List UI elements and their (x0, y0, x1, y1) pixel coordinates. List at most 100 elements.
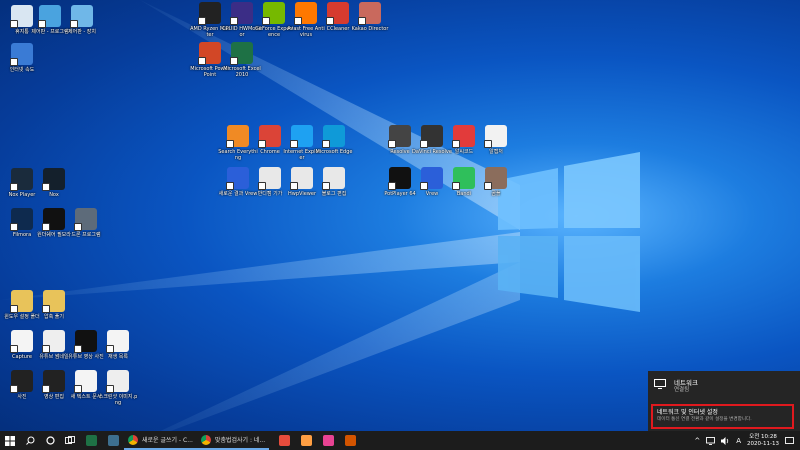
app-shortcut-icon (388, 125, 411, 148)
network-settings-link[interactable]: 네트워크 및 인터넷 설정 데이터 통신 연결 전환과 같이 설정을 변경합니다… (651, 404, 794, 429)
app-shortcut-icon (70, 5, 93, 28)
app-shortcut-icon (484, 125, 507, 148)
app-shortcut-icon (326, 2, 349, 25)
network-settings-title: 네트워크 및 인터넷 설정 (657, 409, 718, 416)
app-shortcut-icon (42, 168, 65, 191)
ime-indicator[interactable]: A (736, 437, 741, 445)
taskbar-pinned-excel[interactable] (80, 431, 102, 450)
notification-icon[interactable] (785, 436, 794, 445)
desktop-icon[interactable]: Microsoft Excel 2010 (222, 42, 262, 78)
network-tray-icon[interactable] (706, 436, 716, 445)
desktop-icon[interactable]: 스크린샷 이미지.png (98, 370, 138, 406)
volume-icon[interactable] (721, 436, 730, 445)
settings-app-icon (107, 435, 119, 446)
taskbar: 새로운 글쓰기 - C... 맞춤법검사기 : 네... ^ A 오전 10:2… (0, 431, 800, 450)
app-shortcut-icon (10, 208, 33, 231)
desktop-icon[interactable]: Kakao Director (350, 2, 390, 32)
app-shortcut-icon (42, 208, 65, 231)
app-shortcut-icon (42, 330, 65, 353)
app-shortcut-icon (358, 2, 381, 25)
app-shortcut-icon (226, 167, 249, 190)
desktop-icon-label: Microsoft Excel 2010 (223, 66, 261, 78)
desktop-icon-label: 제어판 - 장치 (68, 29, 96, 35)
desktop-icon-label: 재생 목록 (108, 354, 128, 360)
app-shortcut-icon (388, 167, 411, 190)
app-shortcut-icon (10, 168, 33, 191)
app-shortcut-icon (106, 370, 129, 393)
app-shortcut-icon (290, 167, 313, 190)
app-shortcut-icon (74, 370, 97, 393)
pinned-app-icon (300, 435, 312, 446)
clock-date: 2020-11-13 (747, 440, 779, 447)
app-shortcut-icon (322, 125, 345, 148)
app-shortcut-icon (198, 2, 221, 25)
start-button[interactable] (0, 431, 20, 450)
pinned-app-icon (278, 435, 290, 446)
app-shortcut-icon (230, 42, 253, 65)
app-shortcut-icon (452, 167, 475, 190)
desktop-icon[interactable]: Microsoft Edge (314, 125, 354, 155)
chrome-icon (200, 434, 211, 445)
desktop-icon[interactable]: 인터넷 속도 (2, 43, 42, 73)
desktop-icon[interactable]: 제어판 - 장치 (62, 5, 102, 35)
windows-logo (498, 152, 640, 312)
system-tray: ^ A 오전 10:28 2020-11-13 (694, 431, 794, 450)
monitor-icon (654, 379, 666, 389)
taskbar-pinned-settings[interactable] (102, 431, 124, 450)
app-shortcut-icon (198, 42, 221, 65)
show-hidden-icons-icon[interactable]: ^ (694, 437, 700, 445)
taskbar-pinned-app[interactable] (273, 431, 295, 450)
app-shortcut-icon (74, 208, 97, 231)
pinned-app-icon (322, 435, 334, 446)
app-shortcut-icon (226, 125, 249, 148)
app-shortcut-icon (10, 330, 33, 353)
cortana-icon (45, 436, 55, 445)
taskbar-pinned-app[interactable] (339, 431, 361, 450)
desktop-icon-label: Kakao Director (351, 26, 389, 32)
app-shortcut-icon (74, 330, 97, 353)
excel-icon (85, 435, 97, 446)
app-shortcut-icon (258, 167, 281, 190)
task-view-icon (65, 436, 75, 444)
app-shortcut-icon (258, 125, 281, 148)
desktop-icon[interactable]: 알캡처 (476, 125, 516, 155)
network-flyout: 네트워크 연결됨 네트워크 및 인터넷 설정 데이터 통신 연결 전환과 같이 … (648, 371, 800, 431)
windows-start-icon (5, 435, 15, 446)
desktop-icon-label: Microsoft Edge (315, 149, 353, 155)
search-button[interactable] (20, 431, 40, 450)
cortana-button[interactable] (40, 431, 60, 450)
desktop-icon[interactable]: 블로그 편집 (314, 167, 354, 197)
app-shortcut-icon (484, 167, 507, 190)
app-shortcut-icon (10, 43, 33, 66)
network-settings-description: 데이터 통신 연결 전환과 같이 설정을 변경합니다. (657, 417, 752, 422)
taskbar-app-chrome-1[interactable]: 새로운 글쓰기 - C... (124, 431, 197, 450)
app-shortcut-icon (420, 125, 443, 148)
desktop-icon-label: 곰플 (491, 191, 501, 197)
desktop-icon[interactable]: 드론 프로그램 (66, 208, 106, 238)
desktop-icon[interactable]: 압축 풀기 (34, 290, 74, 320)
desktop-icon[interactable]: Nox (34, 168, 74, 198)
network-connection[interactable]: 네트워크 연결됨 (654, 379, 698, 394)
desktop-icon[interactable]: 재생 목록 (98, 330, 138, 360)
desktop-icon-label: 알캡처 (489, 149, 503, 155)
task-view-button[interactable] (60, 431, 80, 450)
taskbar-app-chrome-2[interactable]: 맞춤법검사기 : 네... (196, 431, 270, 450)
desktop-icon-label: 블로그 편집 (321, 191, 347, 197)
taskbar-pinned-app[interactable] (317, 431, 339, 450)
app-shortcut-icon (290, 125, 313, 148)
desktop-icon[interactable]: 곰플 (476, 167, 516, 197)
app-shortcut-icon (38, 5, 61, 28)
taskbar-pinned-app[interactable] (295, 431, 317, 450)
clock[interactable]: 오전 10:28 2020-11-13 (747, 434, 779, 448)
chrome-icon (128, 434, 138, 445)
desktop-icon-label: 스크린샷 이미지.png (98, 394, 138, 406)
taskbar-pinned-apps (273, 431, 361, 450)
app-shortcut-icon (42, 370, 65, 393)
clock-time: 오전 10:28 (749, 433, 777, 440)
network-status: 연결됨 (674, 387, 690, 393)
app-shortcut-icon (10, 290, 33, 313)
app-shortcut-icon (230, 2, 253, 25)
app-shortcut-icon (106, 330, 129, 353)
desktop-icon-label: 압축 풀기 (44, 314, 64, 320)
app-shortcut-icon (10, 370, 33, 393)
